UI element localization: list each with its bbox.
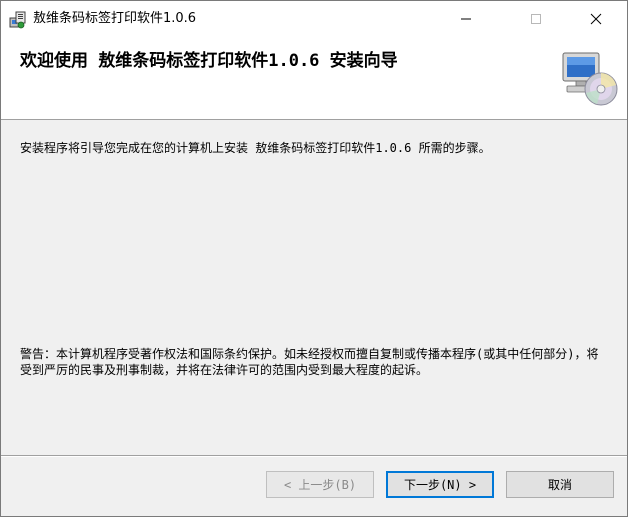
window-title: 敖维条码标签打印软件1.0.6	[33, 11, 197, 26]
installer-window: 敖维条码标签打印软件1.0.6 欢迎使用 敖维条码标签打印软件1.0.6 安装向…	[0, 0, 628, 517]
header-banner: 欢迎使用 敖维条码标签打印软件1.0.6 安装向导	[1, 37, 627, 120]
computer-disc-icon	[559, 49, 619, 107]
title-bar[interactable]: 敖维条码标签打印软件1.0.6	[1, 1, 627, 37]
close-button[interactable]	[573, 1, 619, 37]
minimize-button[interactable]	[443, 1, 489, 37]
minimize-icon	[460, 10, 472, 29]
maximize-icon	[530, 10, 542, 29]
next-button[interactable]: 下一步(N) >	[386, 471, 494, 498]
wizard-body: 安装程序将引导您完成在您的计算机上安装 敖维条码标签打印软件1.0.6 所需的步…	[1, 120, 627, 455]
wizard-title: 欢迎使用 敖维条码标签打印软件1.0.6 安装向导	[20, 51, 398, 71]
footer-divider	[1, 455, 627, 457]
installer-app-icon	[9, 11, 27, 29]
copyright-warning: 警告：本计算机程序受著作权法和国际条约保护。如未经授权而擅自复制或传播本程序(或…	[20, 347, 599, 377]
maximize-button	[513, 1, 559, 37]
back-button: < 上一步(B)	[266, 471, 374, 498]
cancel-button[interactable]: 取消	[506, 471, 614, 498]
intro-text: 安装程序将引导您完成在您的计算机上安装 敖维条码标签打印软件1.0.6 所需的步…	[20, 141, 491, 155]
close-icon	[590, 10, 602, 29]
